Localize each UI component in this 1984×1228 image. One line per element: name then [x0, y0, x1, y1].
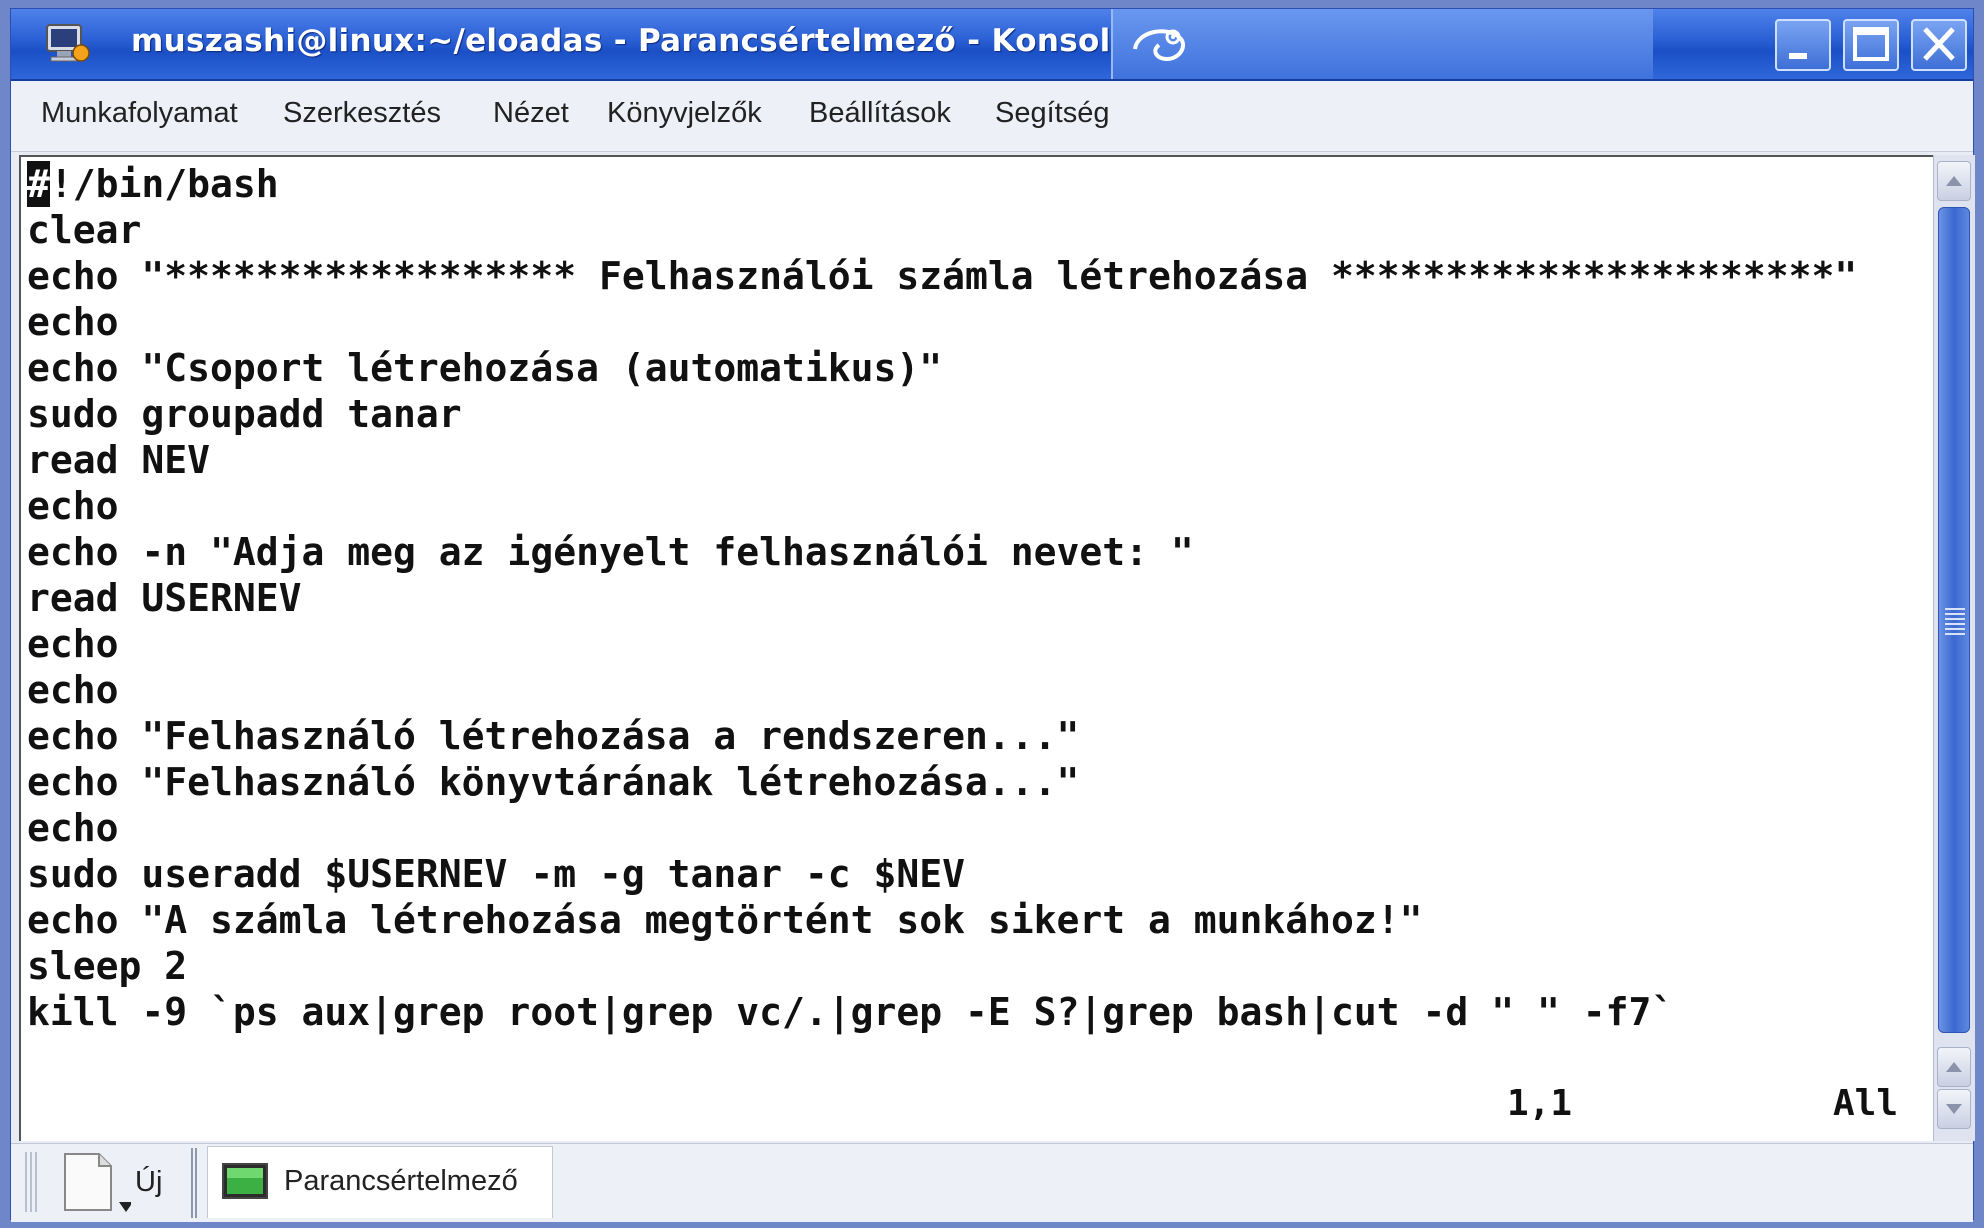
code-line: sleep 2: [27, 944, 188, 988]
title-bar[interactable]: muszashi@linux:~/eloadas - Parancsértelm…: [11, 9, 1973, 81]
code-line: echo "A számla létrehozása megtörtént so…: [27, 898, 1423, 942]
code-line: echo "Felhasználó könyvtárának létrehozá…: [27, 760, 1080, 804]
shebang-text: !/bin/bash: [49, 162, 279, 206]
maximize-icon: [1853, 27, 1889, 61]
arrow-down-icon: [1946, 1104, 1962, 1114]
code-line: echo: [27, 300, 119, 344]
session-tab-label: Parancsértelmező: [284, 1165, 518, 1197]
toolbar-grip[interactable]: [25, 1152, 39, 1212]
session-tab-bar: Új Parancsértelmező: [11, 1143, 1973, 1222]
window-title: muszashi@linux:~/eloadas - Parancsértelm…: [131, 23, 1132, 59]
close-icon: [1923, 27, 1955, 61]
minimize-icon: [1789, 53, 1807, 59]
code-line: kill -9 `ps aux|grep root|grep vc/.|grep…: [27, 990, 1675, 1034]
new-document-icon: [64, 1153, 133, 1212]
vim-view-indicator: All: [1833, 1083, 1899, 1124]
code-line: echo "****************** Felhasználói sz…: [27, 254, 1858, 298]
new-session-button[interactable]: Új: [51, 1148, 181, 1218]
tab-separator: [191, 1148, 197, 1218]
scroll-up-button[interactable]: [1937, 161, 1971, 201]
scroll-thumb[interactable]: [1938, 207, 1970, 1033]
code-line: echo: [27, 806, 119, 850]
arrow-up-icon: [1946, 176, 1962, 186]
scroll-down-button[interactable]: [1937, 1089, 1971, 1129]
code-line: echo: [27, 622, 119, 666]
suse-chameleon-icon: [1133, 29, 1186, 62]
terminal-icon: [222, 1163, 268, 1199]
code-line: echo: [27, 668, 119, 712]
vim-cursor-position: 1,1: [1507, 1083, 1573, 1124]
konsole-window: muszashi@linux:~/eloadas - Parancsértelm…: [10, 8, 1975, 1222]
menu-settings[interactable]: Beállítások: [809, 97, 951, 130]
code-line: echo "Csoport létrehozása (automatikus)": [27, 346, 943, 390]
new-session-label: Új: [135, 1166, 163, 1198]
code-line: sudo useradd $USERNEV -m -g tanar -c $NE…: [27, 852, 965, 896]
menu-edit[interactable]: Szerkesztés: [283, 97, 441, 130]
konsole-icon[interactable]: [43, 19, 91, 65]
code-line: #!/bin/bash: [27, 161, 279, 207]
menu-help[interactable]: Segítség: [995, 97, 1109, 130]
code-line: clear: [27, 208, 142, 252]
menu-view[interactable]: Nézet: [493, 97, 569, 130]
tab-shell-session[interactable]: Parancsértelmező: [207, 1146, 553, 1218]
menu-session[interactable]: Munkafolyamat: [41, 97, 238, 130]
maximize-button[interactable]: [1843, 19, 1899, 71]
code-line: echo: [27, 484, 119, 528]
code-line: read NEV: [27, 438, 211, 482]
code-line: sudo groupadd tanar: [27, 392, 462, 436]
minimize-button[interactable]: [1775, 19, 1831, 71]
terminal-area[interactable]: #!/bin/bash clear echo "****************…: [19, 155, 1933, 1141]
vertical-scrollbar[interactable]: [1933, 155, 1975, 1141]
code-line: echo "Felhasználó létrehozása a rendszer…: [27, 714, 1080, 758]
menu-bar: Munkafolyamat Szerkesztés Nézet Könyvjel…: [11, 81, 1973, 152]
scroll-up-button-lower[interactable]: [1937, 1047, 1971, 1087]
code-line: echo -n "Adja meg az igényelt felhasznál…: [27, 530, 1194, 574]
text-cursor: #: [27, 161, 50, 207]
arrow-up-icon: [1946, 1062, 1962, 1072]
code-line: read USERNEV: [27, 576, 302, 620]
close-button[interactable]: [1911, 19, 1967, 71]
scroll-thumb-grip: [1945, 608, 1965, 638]
menu-bookmarks[interactable]: Könyvjelzők: [607, 97, 762, 130]
